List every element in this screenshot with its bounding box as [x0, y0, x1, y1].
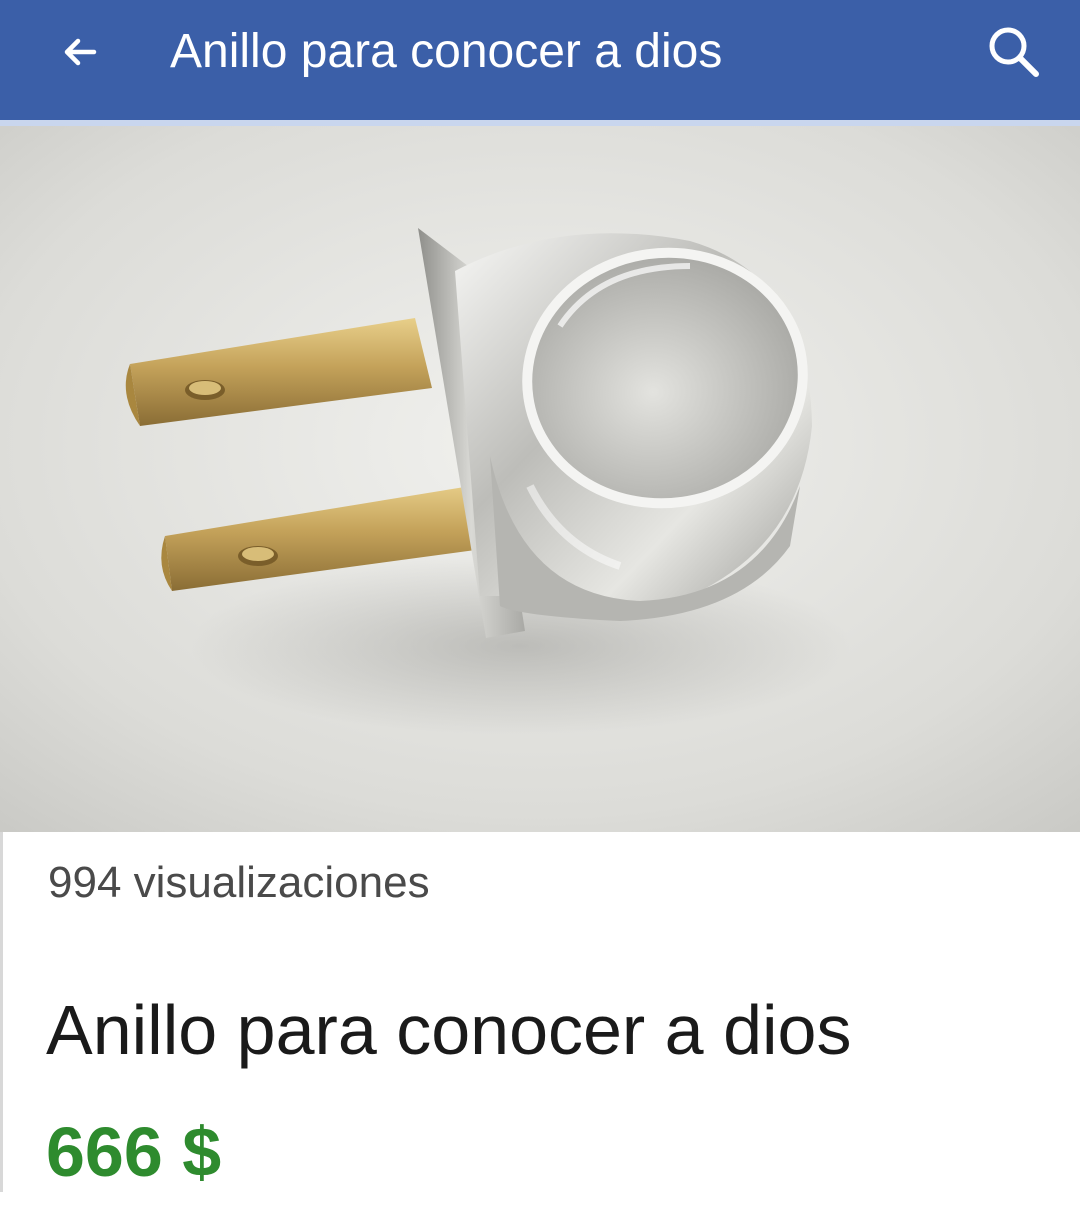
- product-price: 666 $: [46, 1113, 222, 1191]
- back-button[interactable]: [48, 22, 112, 86]
- left-divider: [0, 832, 3, 1192]
- page-title: Anillo para conocer a dios: [170, 25, 723, 78]
- marketplace-listing-screen: Anillo para conocer a dios 994 visualiza…: [0, 0, 1080, 1208]
- view-count: 994 visualizaciones: [48, 858, 430, 907]
- ring-plug-image: [0, 126, 1080, 832]
- product-photo[interactable]: [0, 126, 1080, 832]
- product-title: Anillo para conocer a dios: [46, 991, 852, 1069]
- search-icon: [984, 22, 1042, 85]
- arrow-left-icon: [60, 32, 100, 77]
- search-button[interactable]: [978, 18, 1048, 88]
- top-app-bar: Anillo para conocer a dios: [0, 0, 1080, 126]
